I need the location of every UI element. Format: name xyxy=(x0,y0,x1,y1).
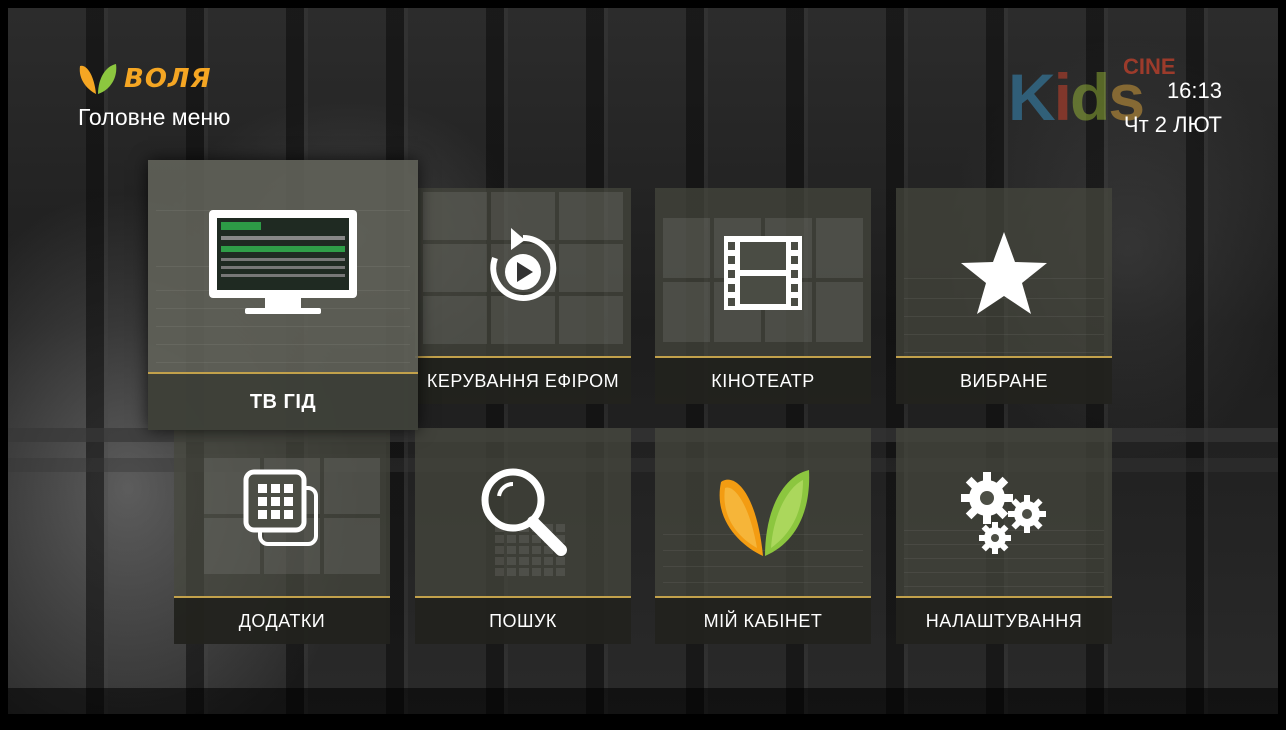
tile-my-account[interactable]: МІЙ КАБІНЕТ xyxy=(655,428,871,644)
search-icon xyxy=(481,468,567,556)
star-icon xyxy=(961,232,1047,314)
monitor-icon xyxy=(209,210,357,314)
tile-label: НАЛАШТУВАННЯ xyxy=(896,596,1112,644)
tile-cinema[interactable]: КІНОТЕАТР xyxy=(655,188,871,404)
date: Чт 2 ЛЮТ xyxy=(1123,112,1222,137)
tile-broadcast-control[interactable]: КЕРУВАННЯ ЕФІРОМ xyxy=(415,188,631,404)
gears-icon xyxy=(961,472,1046,554)
brand-name: ВОЛЯ xyxy=(124,64,212,94)
tile-label: КІНОТЕАТР xyxy=(655,356,871,404)
tile-label: ТВ ГІД xyxy=(148,372,418,430)
tile-label: МІЙ КАБІНЕТ xyxy=(655,596,871,644)
volia-logo-icon xyxy=(79,64,117,94)
tile-search[interactable]: ПОШУК xyxy=(415,428,631,644)
bottom-band xyxy=(8,688,1278,714)
tile-tv-guide[interactable]: ТВ ГІД xyxy=(148,160,418,430)
tile-label: ПОШУК xyxy=(415,596,631,644)
tile-label: ДОДАТКИ xyxy=(174,596,390,644)
brand-logo: ВОЛЯ xyxy=(76,60,212,98)
clock: 16:13 xyxy=(1166,78,1222,103)
screen: ВОЛЯ Головне меню Kids CINE 16:13 Чт 2 Л… xyxy=(8,8,1278,714)
replay-icon xyxy=(490,228,557,301)
channel-logo-sup: CINE xyxy=(1123,54,1176,79)
tile-label: КЕРУВАННЯ ЕФІРОМ xyxy=(415,356,631,404)
volia-logo-icon xyxy=(719,470,810,556)
page-title: Головне меню xyxy=(78,104,231,130)
tile-apps[interactable]: ДОДАТКИ xyxy=(174,428,390,644)
tile-label: ВИБРАНЕ xyxy=(896,356,1112,404)
apps-icon xyxy=(243,469,318,546)
tile-favorites[interactable]: ВИБРАНЕ xyxy=(896,188,1112,404)
film-icon xyxy=(724,236,802,310)
tile-settings[interactable]: НАЛАШТУВАННЯ xyxy=(896,428,1112,644)
